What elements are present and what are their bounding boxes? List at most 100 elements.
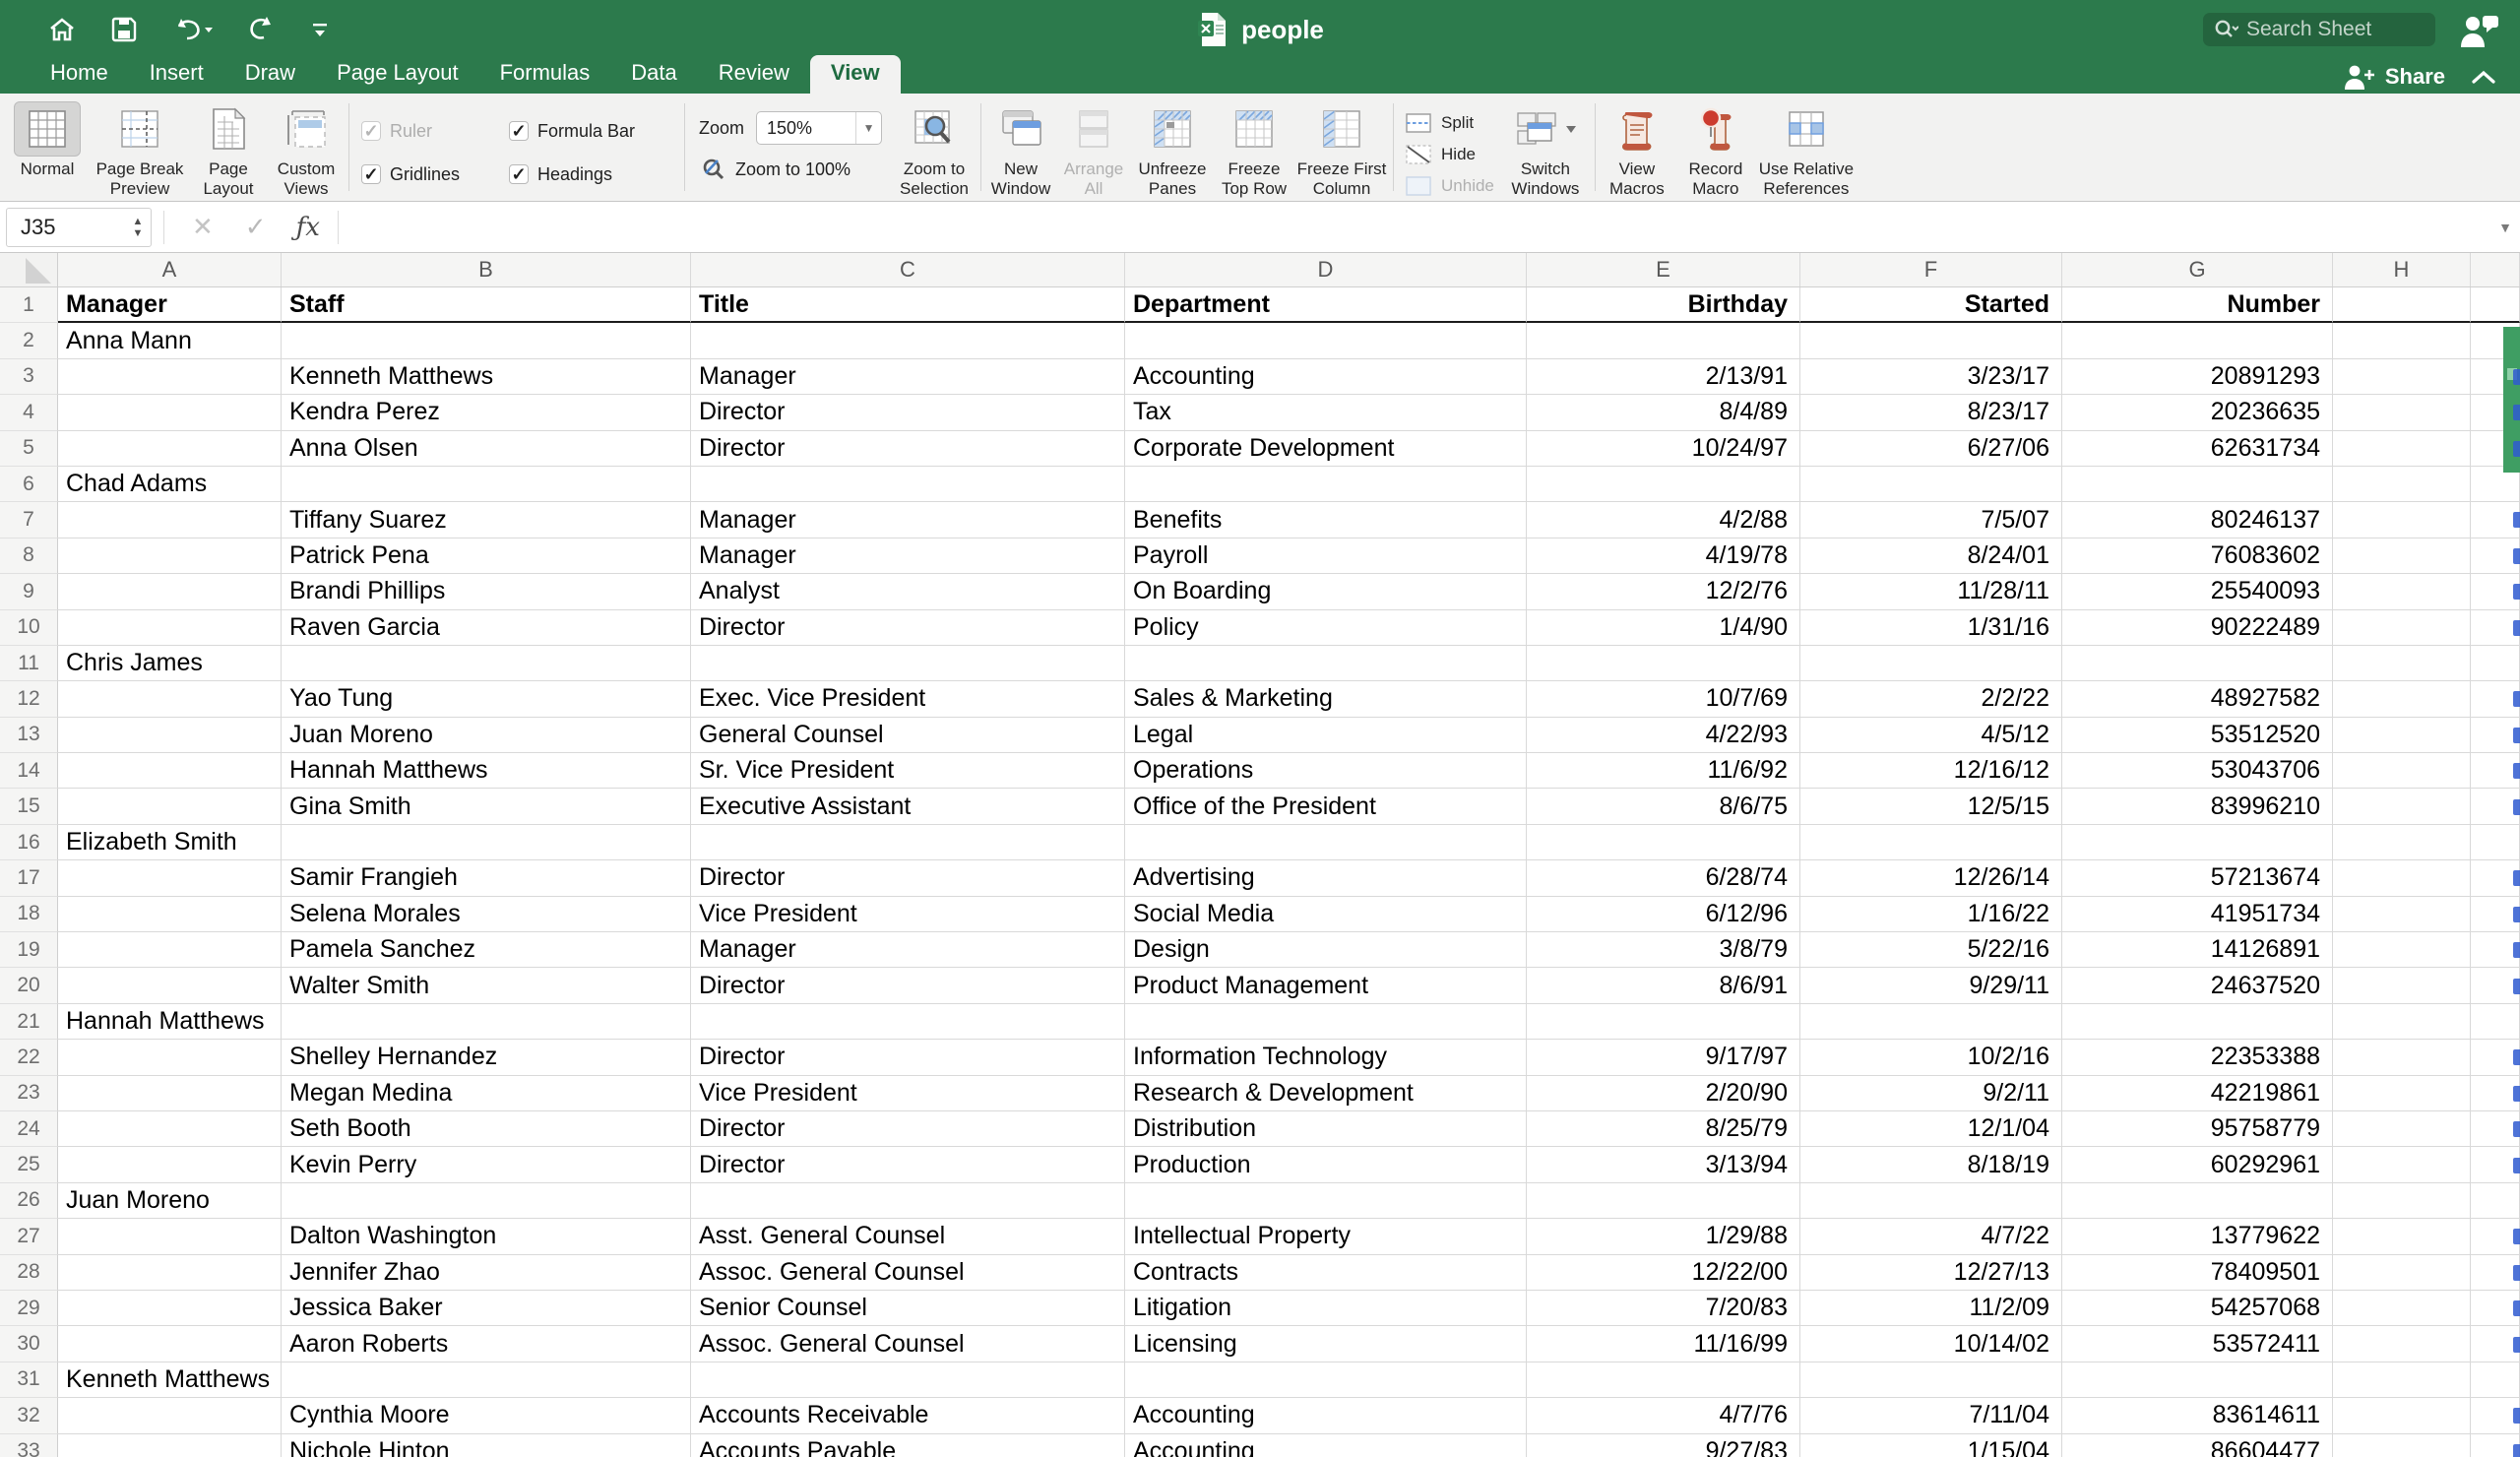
hide-button[interactable]: Hide [1404, 141, 1494, 167]
cell[interactable]: Senior Counsel [691, 1290, 1125, 1327]
cell[interactable] [1800, 466, 2062, 503]
cell[interactable] [2333, 466, 2471, 503]
cell[interactable]: 95758779 [2062, 1110, 2333, 1148]
cell[interactable]: 76083602 [2062, 538, 2333, 575]
cell[interactable] [2062, 645, 2333, 682]
cell[interactable]: 8/4/89 [1527, 395, 1800, 431]
cell[interactable]: Jessica Baker [282, 1290, 691, 1327]
column-header-G[interactable]: G [2062, 253, 2333, 286]
cell[interactable] [2062, 323, 2333, 359]
cell[interactable] [58, 1290, 282, 1327]
cell[interactable]: 7/5/07 [1800, 502, 2062, 538]
cell[interactable]: 20891293 [2062, 358, 2333, 396]
cell[interactable]: Kendra Perez [282, 395, 691, 431]
cell[interactable] [1527, 466, 1800, 503]
cell[interactable] [1125, 466, 1527, 503]
freeze-top-row-button[interactable]: Freeze Top Row [1216, 101, 1292, 199]
column-header-B[interactable]: B [282, 253, 691, 286]
cell[interactable]: 48927582 [2062, 681, 2333, 718]
cancel-icon[interactable]: ✕ [192, 212, 214, 242]
cell[interactable]: Product Management [1125, 968, 1527, 1004]
cell[interactable] [58, 896, 282, 933]
cell[interactable] [282, 824, 691, 861]
cell[interactable]: Accounts Payable [691, 1433, 1125, 1457]
cell[interactable]: 12/26/14 [1800, 860, 2062, 897]
cell[interactable]: 53572411 [2062, 1326, 2333, 1362]
cell[interactable]: 10/7/69 [1527, 681, 1800, 718]
row-header-6[interactable]: 6 [0, 466, 58, 503]
cell[interactable]: Brandi Phillips [282, 574, 691, 610]
cell[interactable]: 54257068 [2062, 1290, 2333, 1327]
name-box[interactable]: J35 ▲ ▼ [6, 207, 152, 247]
cell[interactable]: Contracts [1125, 1254, 1527, 1291]
cell[interactable] [691, 323, 1125, 359]
cell[interactable] [691, 1362, 1125, 1399]
cell[interactable] [2333, 323, 2471, 359]
cell[interactable] [58, 1326, 282, 1362]
formula-bar-checkbox[interactable]: ✓ Formula Bar [509, 121, 676, 142]
cell[interactable]: Accounting [1125, 1398, 1527, 1434]
cell[interactable] [2062, 824, 2333, 861]
cell[interactable]: 6/12/96 [1527, 896, 1800, 933]
row-header-8[interactable]: 8 [0, 538, 58, 575]
cell[interactable]: Nichole Hinton [282, 1433, 691, 1457]
zoom-to-selection-button[interactable]: Zoom to Selection [890, 101, 978, 199]
zoom-level-select[interactable]: 150% ▼ [756, 111, 883, 145]
redo-icon[interactable] [246, 15, 276, 44]
cell[interactable]: Seth Booth [282, 1110, 691, 1148]
cell[interactable]: Pamela Sanchez [282, 932, 691, 969]
row-header-20[interactable]: 20 [0, 968, 58, 1004]
cell[interactable]: 8/18/19 [1800, 1147, 2062, 1183]
cell[interactable]: General Counsel [691, 717, 1125, 754]
arrange-all-button[interactable]: Arrange All [1058, 101, 1129, 199]
cell[interactable] [58, 358, 282, 396]
ruler-checkbox[interactable]: ✓ Ruler [361, 121, 509, 142]
cell[interactable]: 3/13/94 [1527, 1147, 1800, 1183]
insert-function-icon[interactable]: ƒx [296, 213, 320, 242]
save-icon[interactable] [110, 16, 138, 43]
cell[interactable] [1800, 824, 2062, 861]
cell[interactable]: 12/22/00 [1527, 1254, 1800, 1291]
cell[interactable]: Hannah Matthews [58, 1003, 282, 1041]
cell[interactable]: 10/2/16 [1800, 1040, 2062, 1076]
tab-insert[interactable]: Insert [129, 55, 224, 94]
row-header-23[interactable]: 23 [0, 1075, 58, 1111]
cell[interactable] [2333, 609, 2471, 646]
cell[interactable] [2333, 1075, 2471, 1111]
cell[interactable]: Sr. Vice President [691, 753, 1125, 790]
cell[interactable] [58, 717, 282, 754]
gridlines-checkbox[interactable]: ✓ Gridlines [361, 164, 509, 185]
cell[interactable]: 80246137 [2062, 502, 2333, 538]
tab-home[interactable]: Home [30, 55, 129, 94]
cell[interactable] [282, 466, 691, 503]
cell[interactable]: Licensing [1125, 1326, 1527, 1362]
cell[interactable] [2333, 1003, 2471, 1041]
cell[interactable] [2471, 645, 2520, 682]
search-input[interactable]: Search Sheet [2203, 13, 2435, 46]
cell[interactable] [1125, 645, 1527, 682]
cell[interactable]: Aaron Roberts [282, 1326, 691, 1362]
cell[interactable] [2333, 789, 2471, 825]
cell[interactable] [2333, 1182, 2471, 1220]
row-header-29[interactable]: 29 [0, 1290, 58, 1327]
cell[interactable]: Samir Frangieh [282, 860, 691, 897]
cell[interactable]: 5/22/16 [1800, 932, 2062, 969]
cell[interactable]: Kevin Perry [282, 1147, 691, 1183]
row-header-7[interactable]: 7 [0, 502, 58, 538]
cell[interactable]: 53512520 [2062, 717, 2333, 754]
cell[interactable] [1800, 1003, 2062, 1041]
cell[interactable]: 3/8/79 [1527, 932, 1800, 969]
unhide-button[interactable]: Unhide [1404, 172, 1494, 199]
cell[interactable] [2333, 574, 2471, 610]
row-header-3[interactable]: 3 [0, 358, 58, 396]
cell[interactable] [691, 466, 1125, 503]
cell[interactable] [58, 681, 282, 718]
tab-formulas[interactable]: Formulas [479, 55, 611, 94]
cell[interactable]: 83996210 [2062, 789, 2333, 825]
cell[interactable] [691, 824, 1125, 861]
cell[interactable]: Asst. General Counsel [691, 1219, 1125, 1255]
cell[interactable]: Accounting [1125, 1433, 1527, 1457]
cell[interactable] [2333, 824, 2471, 861]
cell[interactable]: 1/15/04 [1800, 1433, 2062, 1457]
cell[interactable] [282, 645, 691, 682]
